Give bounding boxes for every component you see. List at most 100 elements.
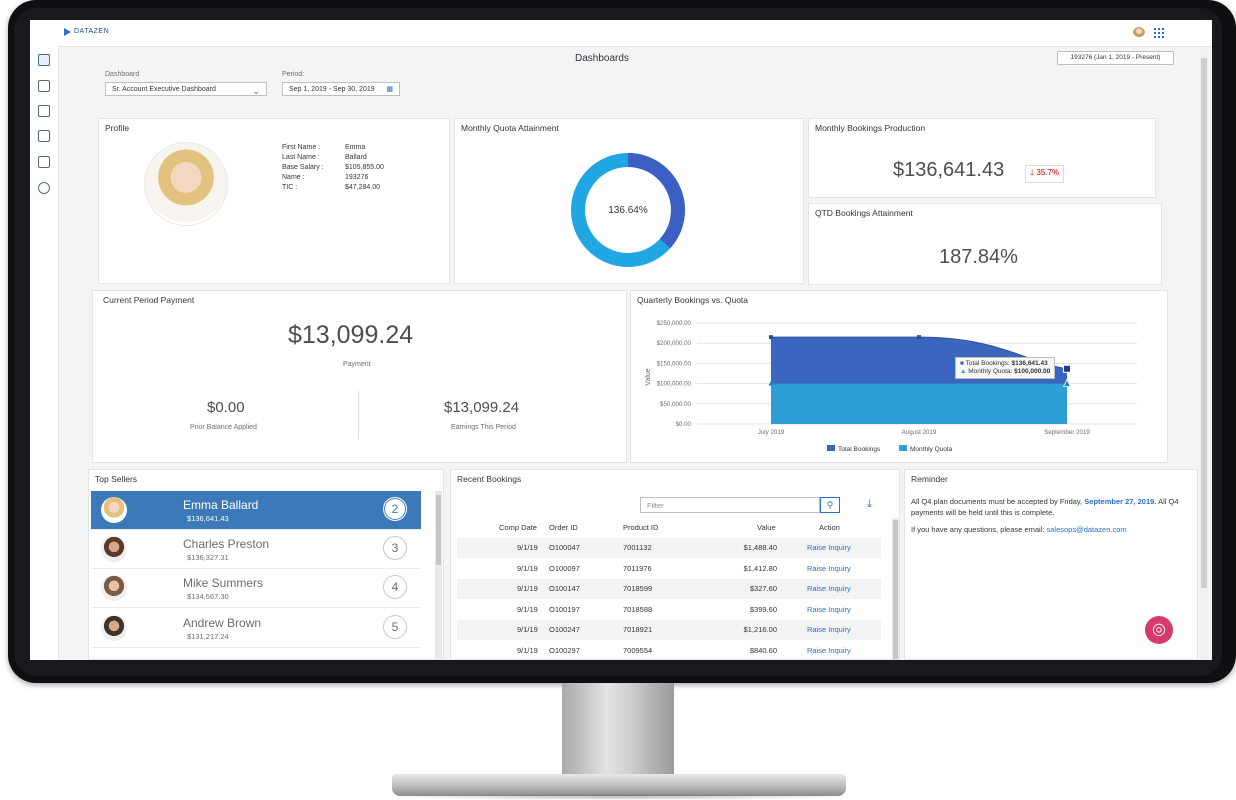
y-tick-label: $0.00 — [676, 421, 692, 428]
seller-rank: 4 — [383, 575, 407, 599]
table-cell-product: 7018921 — [623, 625, 653, 635]
period-badge[interactable]: 193276 (Jan 1, 2019 - Present) — [1057, 51, 1174, 65]
qtd-title: QTD Bookings Attainment — [815, 208, 913, 218]
y-tick-label: $50,000.00 — [660, 401, 692, 408]
dashboard-icon[interactable] — [38, 54, 50, 66]
filter-input[interactable]: Filter — [640, 497, 820, 513]
table-cell-product: 7018588 — [623, 604, 653, 614]
seller-row[interactable]: Andrew Brown $131,217.24 5 — [91, 609, 421, 648]
x-tick-label: September 2019 — [1044, 429, 1090, 436]
table-row: 9/1/19 O100097 7011976 $1,412.80 Raise Inqui… — [457, 559, 881, 579]
x-tick-label: July 2019 — [758, 429, 785, 436]
recent-bookings-card: Recent Bookings Filter ⚲ ⤓ Comp Date Ord… — [450, 469, 900, 660]
table-header: Comp Date Order ID Product ID Value Acti… — [499, 523, 840, 532]
seller-row[interactable]: Mike Summers $134,567.30 4 — [91, 569, 421, 608]
total-bookings-point — [1063, 364, 1071, 373]
table-cell-date: 9/1/19 — [517, 584, 538, 594]
assistant-button[interactable]: ◎ — [1145, 616, 1173, 644]
table-cell-date: 9/1/19 — [517, 625, 538, 635]
bookings-value: $136,641.43 — [893, 159, 1005, 181]
period-picker[interactable]: Sep 1, 2019 - Sep 30, 2019 ▦ — [282, 82, 400, 96]
y-axis-label: Value — [645, 368, 652, 385]
calendar-icon[interactable]: ▦ — [386, 83, 393, 97]
search-button[interactable]: ⚲ — [820, 497, 840, 513]
reminder-card: Reminder All Q4 plan documents must be a… — [904, 469, 1198, 660]
seller-row[interactable]: Emma Ballard $136,641.43 2 — [91, 491, 421, 530]
dashboard-label: Dashboard — [105, 71, 140, 78]
dashboard-select[interactable]: Sr. Account Executive Dashboard ⌄ — [105, 82, 267, 96]
report-icon[interactable] — [38, 156, 50, 168]
reminder-text: All Q4 plan documents must be accepted b… — [911, 497, 1179, 517]
download-icon[interactable]: ⤓ — [867, 498, 872, 511]
period-picker-value: Sep 1, 2019 - Sep 30, 2019 — [289, 86, 375, 93]
sellers-scrollbar[interactable] — [435, 491, 442, 659]
prior-balance-value: $0.00 — [207, 399, 245, 416]
profile-values: Emma Ballard $105,855.00 193276 $47,284.… — [345, 144, 384, 191]
table-row: 9/1/19 O100297 7009554 $840.60 Raise Inquiry — [457, 641, 881, 659]
seller-name: Charles Preston — [183, 537, 270, 551]
raise-inquiry-link[interactable]: Raise Inquiry — [807, 538, 851, 558]
seller-amount: $134,567.30 — [187, 592, 229, 601]
monitor-stand-neck — [562, 683, 674, 783]
payment-card: Current Period Payment $13,099.24 Paymen… — [92, 290, 627, 463]
quota-title: Monthly Quota Attainment — [461, 123, 559, 133]
recent-scrollbar[interactable] — [892, 518, 899, 659]
seller-name: Emma Ballard — [183, 498, 259, 512]
page-scrollbar[interactable] — [1200, 48, 1208, 660]
profile-labels: First Name : Last Name : Base Salary : N… — [282, 144, 324, 191]
table-cell-product: 7018599 — [623, 584, 653, 594]
raise-inquiry-link[interactable]: Raise Inquiry — [807, 641, 851, 659]
quarterly-title: Quarterly Bookings vs. Quota — [637, 295, 749, 305]
top-sellers-card: Top Sellers Emma Ballard $136,641.43 2 C… — [88, 469, 444, 660]
clipboard-icon[interactable] — [38, 130, 50, 142]
raise-inquiry-link[interactable]: Raise Inquiry — [807, 559, 851, 579]
monitor-stand-base — [392, 774, 846, 796]
recent-bookings-title: Recent Bookings — [457, 474, 522, 484]
monitor-shadow — [380, 794, 858, 800]
quota-value: 136.64% — [608, 205, 648, 216]
filter-placeholder: Filter — [647, 501, 664, 510]
page-title: Dashboards — [575, 53, 629, 64]
screen: DATAZEN » Dashboards 193276 (Jan 1, 2019… — [30, 20, 1212, 660]
table-cell-date: 9/1/19 — [517, 604, 538, 614]
raise-inquiry-link[interactable]: Raise Inquiry — [807, 620, 851, 640]
table-cell-order: O100197 — [549, 604, 580, 614]
legend-label: Total Bookings — [838, 446, 881, 453]
table-row: 9/1/19 O100047 7001132 $1,488.40 Raise Inqui… — [457, 538, 881, 558]
bookings-title: Monthly Bookings Production — [815, 123, 926, 133]
x-tick-label: August 2019 — [902, 429, 937, 436]
settings-icon[interactable] — [38, 182, 50, 194]
email-link[interactable]: salesops@datazen.com — [1047, 525, 1127, 534]
qtd-value: 187.84% — [939, 246, 1018, 268]
y-tick-label: $100,000.00 — [657, 381, 692, 388]
seller-rank: 3 — [383, 536, 407, 560]
table-cell-order: O100047 — [549, 543, 580, 552]
raise-inquiry-link[interactable]: Raise Inquiry — [807, 600, 851, 620]
legend-swatch — [827, 445, 835, 451]
quota-donut: 136.64% — [571, 153, 685, 267]
seller-avatar — [101, 575, 127, 601]
payment-title: Current Period Payment — [103, 295, 195, 305]
legend-swatch — [899, 445, 907, 451]
apps-grid-icon[interactable] — [1154, 28, 1164, 38]
earnings-caption: Earnings This Period — [451, 424, 516, 431]
table-cell-value: $399.60 — [749, 604, 777, 614]
payment-divider — [358, 391, 359, 439]
user-avatar[interactable] — [1133, 27, 1145, 39]
period-label: Period: — [282, 71, 305, 78]
app-logo[interactable]: DATAZEN — [74, 28, 109, 35]
legend-label: Monthly Quota — [910, 446, 953, 453]
table-cell-product: 7001132 — [623, 543, 652, 552]
seller-row[interactable]: Charles Preston $136,327.31 3 — [91, 530, 421, 569]
table-cell-product: 7009554 — [623, 646, 653, 655]
mail-icon[interactable] — [38, 80, 50, 92]
dashboard-select-value: Sr. Account Executive Dashboard — [112, 86, 216, 93]
table-cell-date: 9/1/19 — [517, 563, 538, 573]
documents-icon[interactable] — [38, 105, 50, 117]
raise-inquiry-link[interactable]: Raise Inquiry — [807, 579, 851, 599]
seller-avatar — [101, 536, 127, 562]
seller-name: Mike Summers — [183, 576, 264, 590]
top-sellers-title: Top Sellers — [95, 474, 138, 484]
sidebar: » — [30, 46, 59, 660]
table-cell-date: 9/1/19 — [517, 646, 538, 655]
